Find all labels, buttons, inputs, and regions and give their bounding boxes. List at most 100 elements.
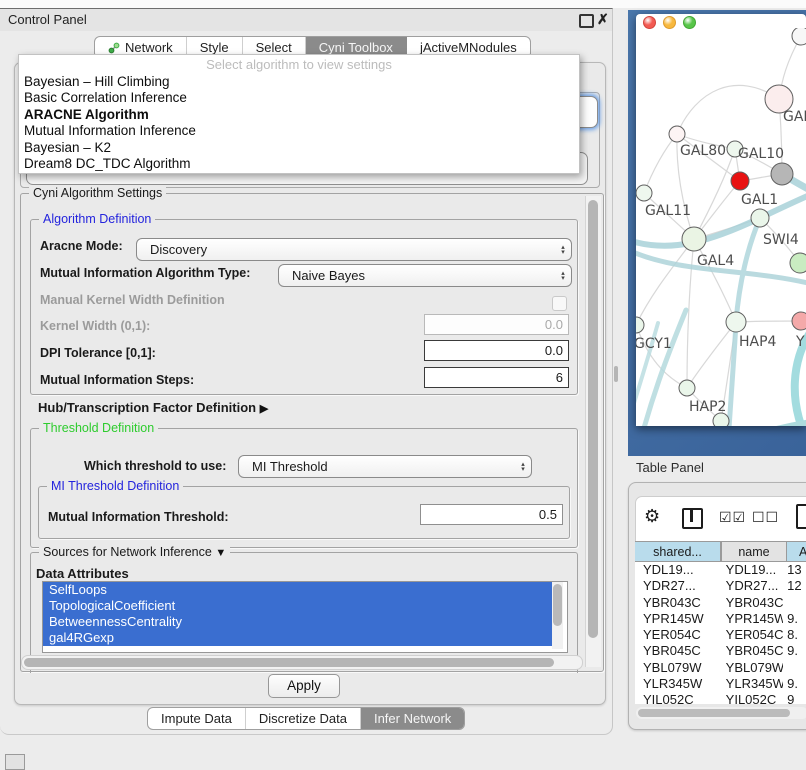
gear-icon[interactable]: ⚙ bbox=[644, 506, 660, 527]
close-icon[interactable]: ✗ bbox=[597, 11, 609, 28]
table-horizontal-scrollbar[interactable] bbox=[636, 707, 806, 719]
table-cell: YLR345W bbox=[635, 676, 718, 692]
network-node[interactable] bbox=[731, 172, 749, 190]
mi-threshold-definition-title: MI Threshold Definition bbox=[47, 479, 183, 493]
data-attribute-item[interactable]: BetweennessCentrality bbox=[43, 614, 553, 630]
table-cell: YBR045C bbox=[718, 643, 783, 659]
network-node-gcy1[interactable] bbox=[636, 317, 644, 333]
tab-infer-network[interactable]: Infer Network bbox=[361, 708, 464, 729]
network-canvas[interactable]: GALGAL80GAL10GAL1GAL11SWI4GAL4GCY1HAP4YH… bbox=[636, 28, 806, 426]
network-node-y[interactable] bbox=[792, 312, 806, 330]
column-header-shared-name[interactable]: shared... bbox=[635, 541, 721, 562]
algorithm-option[interactable]: Basic Correlation Inference bbox=[19, 90, 579, 106]
table-cell: YBR043C bbox=[718, 595, 783, 611]
mi-steps-label: Mutual Information Steps: bbox=[40, 373, 194, 387]
table-cell bbox=[783, 595, 806, 611]
apply-button[interactable]: Apply bbox=[268, 674, 340, 698]
scrollbar-thumb[interactable] bbox=[553, 584, 562, 626]
table-body: YDL19...YDL19...13YDR27...YDR27...12YBR0… bbox=[635, 562, 806, 704]
tab-impute-data[interactable]: Impute Data bbox=[148, 708, 246, 729]
tab-discretize-data[interactable]: Discretize Data bbox=[246, 708, 361, 729]
columns-icon[interactable] bbox=[682, 508, 703, 529]
which-threshold-combobox[interactable]: MI Threshold ▴▾ bbox=[238, 455, 532, 478]
mi-steps-field[interactable]: 6 bbox=[424, 367, 569, 388]
scrollbar-thumb[interactable] bbox=[588, 200, 598, 638]
table-row[interactable]: YBR045CYBR045C9. bbox=[635, 643, 806, 659]
table-cell: YBL079W bbox=[718, 660, 783, 676]
network-node-gal80[interactable] bbox=[669, 126, 685, 142]
network-node-label: HAP4 bbox=[739, 334, 777, 350]
network-node-label: GCY1 bbox=[636, 336, 672, 352]
algorithm-option[interactable]: ARACNE Algorithm bbox=[19, 107, 579, 123]
mi-threshold-field[interactable]: 0.5 bbox=[420, 504, 563, 525]
network-node-hap2[interactable] bbox=[679, 380, 695, 396]
tab-style-label: Style bbox=[200, 40, 229, 55]
network-node-label: GAL bbox=[783, 109, 806, 125]
table-row[interactable]: YDR27...YDR27...12 bbox=[635, 578, 806, 594]
table-row[interactable]: YIL052CYIL052C9 bbox=[635, 692, 806, 704]
network-node-label: GAL1 bbox=[741, 192, 778, 208]
network-node[interactable] bbox=[792, 28, 806, 45]
network-node-gal11[interactable] bbox=[636, 185, 652, 201]
kernel-width-field[interactable]: 0.0 bbox=[424, 314, 569, 335]
table-cell: YDR27... bbox=[718, 578, 783, 594]
tab-select-label: Select bbox=[256, 40, 292, 55]
network-node-hap4[interactable] bbox=[726, 312, 746, 332]
data-attribute-item[interactable]: gal4RGexp bbox=[43, 630, 553, 646]
hide-columns-icon[interactable]: ☐☐ bbox=[752, 509, 779, 526]
table-row[interactable]: YBR043CYBR043C bbox=[635, 595, 806, 611]
hub-definition-expander[interactable]: Hub/Transcription Factor Definition ▶ bbox=[38, 400, 268, 415]
table-cell: 9. bbox=[783, 676, 806, 692]
attribute-list-scrollbar[interactable] bbox=[552, 582, 563, 649]
scrollbar-thumb[interactable] bbox=[638, 709, 790, 717]
table-cell: 8. bbox=[783, 627, 806, 643]
algorithm-option[interactable]: Mutual Information Inference bbox=[19, 123, 579, 139]
table-row[interactable]: YBL079WYBL079W bbox=[635, 660, 806, 676]
data-attribute-item[interactable]: SelfLoops bbox=[43, 582, 553, 598]
minimized-panel-icon[interactable] bbox=[5, 754, 25, 770]
mi-type-combobox[interactable]: Naive Bayes ▴▾ bbox=[278, 264, 572, 287]
show-columns-icon[interactable]: ☑☑ bbox=[719, 509, 746, 526]
table-row[interactable]: YPR145WYPR145W9. bbox=[635, 611, 806, 627]
panel-splitter-handle[interactable] bbox=[614, 366, 618, 382]
dpi-tolerance-field[interactable]: 0.0 bbox=[424, 340, 569, 361]
network-node-gal4[interactable] bbox=[682, 227, 706, 251]
tab-jactivemnodules-label: jActiveMNodules bbox=[420, 40, 517, 55]
network-node[interactable] bbox=[790, 253, 806, 273]
algorithm-option[interactable]: Dream8 DC_TDC Algorithm bbox=[19, 156, 579, 172]
manual-kernel-label: Manual Kernel Width Definition bbox=[40, 293, 225, 307]
sources-group-title[interactable]: Sources for Network Inference ▼ bbox=[39, 545, 230, 559]
table-panel-title: Table Panel bbox=[636, 460, 704, 475]
float-panel-icon[interactable] bbox=[579, 14, 594, 28]
table-cell: 12 bbox=[783, 578, 806, 594]
network-node[interactable] bbox=[771, 163, 793, 185]
table-row[interactable]: YLR345WYLR345W9. bbox=[635, 676, 806, 692]
hub-definition-label: Hub/Transcription Factor Definition bbox=[38, 400, 256, 415]
settings-horizontal-scrollbar[interactable] bbox=[21, 655, 583, 670]
cyni-settings-title: Cyni Algorithm Settings bbox=[29, 186, 166, 200]
table-cell: YDL19... bbox=[718, 562, 783, 578]
algorithm-option[interactable]: Bayesian – Hill Climbing bbox=[19, 74, 579, 90]
network-node-swi4[interactable] bbox=[751, 209, 769, 227]
document-icon[interactable] bbox=[796, 504, 806, 529]
window-top-strip bbox=[0, 0, 806, 8]
algorithm-dropdown-prompt: Select algorithm to view settings bbox=[19, 55, 579, 74]
manual-kernel-checkbox[interactable] bbox=[552, 296, 567, 311]
data-attribute-item[interactable]: TopologicalCoefficient bbox=[43, 598, 553, 614]
algorithm-definition-title: Algorithm Definition bbox=[39, 212, 155, 226]
threshold-definition-title: Threshold Definition bbox=[39, 421, 158, 435]
aracne-mode-combobox[interactable]: Discovery ▴▾ bbox=[136, 238, 572, 261]
column-header-name[interactable]: name bbox=[721, 541, 787, 562]
dpi-tolerance-label: DPI Tolerance [0,1]: bbox=[40, 346, 156, 360]
scrollbar-thumb[interactable] bbox=[24, 658, 554, 667]
table-row[interactable]: YER054CYER054C8. bbox=[635, 627, 806, 643]
table-cell: 13 bbox=[783, 562, 806, 578]
table-cell: 9. bbox=[783, 643, 806, 659]
algorithm-option[interactable]: Bayesian – K2 bbox=[19, 140, 579, 156]
table-row[interactable]: YDL19...YDL19...13 bbox=[635, 562, 806, 578]
settings-vertical-scrollbar[interactable] bbox=[585, 196, 601, 667]
table-cell: YER054C bbox=[718, 627, 783, 643]
table-cell: YPR145W bbox=[635, 611, 718, 627]
data-attributes-label: Data Attributes bbox=[36, 566, 129, 581]
column-header-partial[interactable]: A bbox=[787, 541, 806, 562]
